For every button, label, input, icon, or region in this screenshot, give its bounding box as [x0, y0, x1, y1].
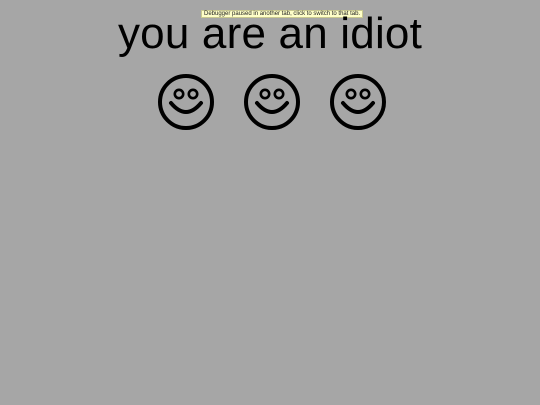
smiley-face-icon: [156, 72, 216, 132]
headline: you are an idiot: [117, 9, 423, 58]
page: Debugger paused in another tab, click to…: [0, 0, 540, 405]
smiley-face-icon: [328, 72, 388, 132]
smiley-face-icon: [242, 72, 302, 132]
smiley-faces-row: [0, 72, 540, 134]
